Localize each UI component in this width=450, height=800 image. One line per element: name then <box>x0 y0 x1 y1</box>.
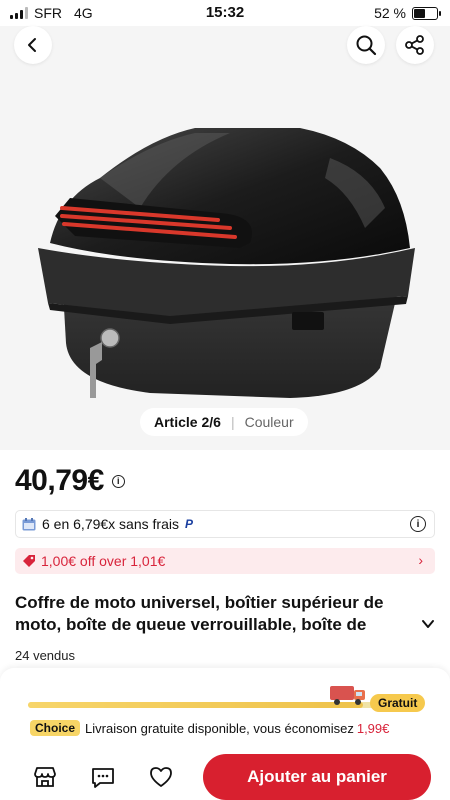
sold-count: 24 vendus <box>15 648 75 663</box>
chevron-down-icon[interactable] <box>420 616 436 632</box>
free-badge: Gratuit <box>370 694 426 712</box>
bottom-panel: Gratuit Choice Livraison gratuite dispon… <box>0 668 450 800</box>
shipping-text: Livraison gratuite disponible, vous écon… <box>85 720 354 736</box>
search-icon <box>356 35 377 56</box>
product-price: 40,79€ <box>15 464 104 497</box>
status-bar: SFR 4G 15:32 52 % <box>0 0 450 26</box>
price-row: 40,79€ i <box>15 464 125 498</box>
calendar-icon <box>22 517 36 530</box>
heart-icon[interactable] <box>148 764 174 790</box>
shipping-info[interactable]: Choice Livraison gratuite disponible, vo… <box>30 720 389 736</box>
chevron-left-icon <box>28 38 36 52</box>
pager-color-tab[interactable]: Couleur <box>245 414 294 430</box>
coupon-text: 1,00€ off over 1,01€ <box>41 553 166 569</box>
installment-text: 6 en 6,79€x sans frais <box>42 516 179 532</box>
chevron-right-icon: › <box>418 552 423 568</box>
search-button[interactable] <box>347 26 385 64</box>
info-icon[interactable]: i <box>111 474 125 488</box>
gallery-pager: Article 2/6 | Couleur <box>140 408 308 436</box>
product-image <box>38 128 415 398</box>
installment-banner[interactable]: 6 en 6,79€x sans frais P i <box>15 510 435 538</box>
share-icon <box>405 35 424 55</box>
chat-icon[interactable] <box>90 764 116 790</box>
tag-icon <box>23 555 35 567</box>
pager-count: Article 2/6 <box>154 414 221 430</box>
store-icon[interactable] <box>32 764 58 790</box>
shipping-saving: 1,99€ <box>356 720 390 736</box>
installment-info-icon[interactable]: i <box>410 516 426 532</box>
paypal-icon: P <box>184 517 193 531</box>
battery-icon <box>412 6 441 20</box>
share-button[interactable] <box>396 26 434 64</box>
coupon-banner[interactable]: 1,00€ off over 1,01€ › <box>15 548 435 574</box>
choice-badge: Choice <box>30 720 81 736</box>
product-title: Coffre de moto universel, boîtier supéri… <box>15 593 384 634</box>
product-gallery[interactable]: Article 2/6 | Couleur <box>0 26 450 450</box>
add-to-cart-button[interactable]: Ajouter au panier <box>203 754 431 800</box>
back-button[interactable] <box>14 26 52 64</box>
battery-percent: 52 % <box>374 5 406 21</box>
action-bar: Ajouter au panier <box>0 752 450 800</box>
truck-icon <box>330 686 365 705</box>
pager-separator: | <box>230 414 235 430</box>
